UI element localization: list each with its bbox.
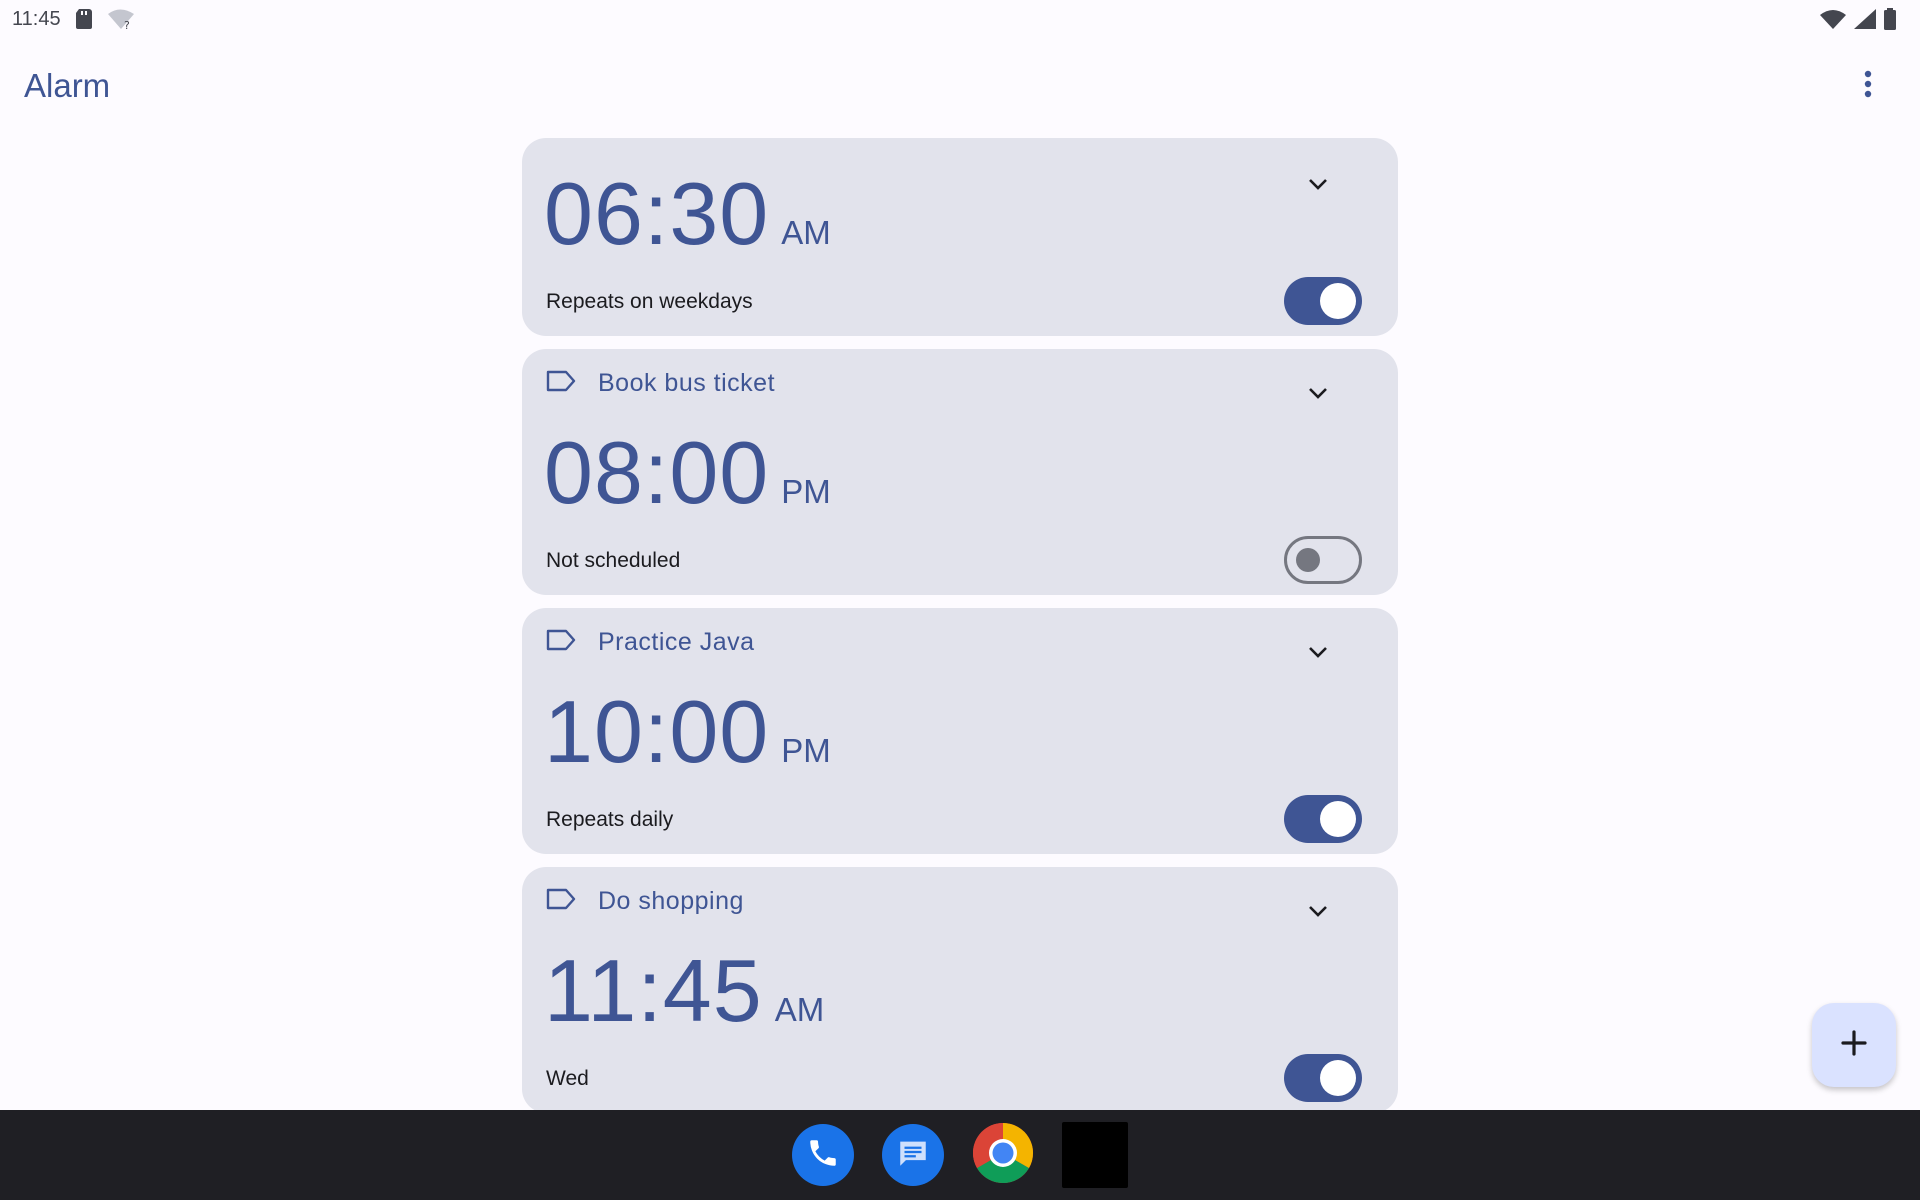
toggle-thumb [1320,1060,1356,1096]
phone-app[interactable] [792,1124,854,1186]
messages-icon [896,1136,930,1175]
alarm-label[interactable]: Book bus ticket [546,369,775,398]
page-title: Alarm [24,67,111,104]
time-value: 11:45 [544,941,763,1040]
sd-card-icon [75,8,93,30]
alarm-time[interactable]: 06:30 AM [544,170,831,258]
add-alarm-button[interactable] [1812,1003,1896,1087]
app-bar: Alarm [0,38,1920,134]
more-options-button[interactable] [1840,58,1896,114]
alarm-card[interactable]: 06:30 AM Repeats on weekdays [522,138,1398,336]
label-icon [546,888,576,915]
chevron-down-icon [1308,645,1328,663]
alarm-time[interactable]: 08:00 PM [544,429,831,517]
time-ampm: PM [781,473,831,510]
expand-button[interactable] [1298,166,1338,206]
alarm-toggle[interactable] [1284,536,1362,584]
alarm-list[interactable]: 06:30 AM Repeats on weekdays Book bus ti… [522,138,1398,1110]
expand-button[interactable] [1298,893,1338,933]
messages-app[interactable] [882,1124,944,1186]
add-icon [1840,1029,1868,1062]
schedule-text: Wed [546,1067,589,1090]
chevron-down-icon [1308,904,1328,922]
chrome-icon [972,1122,1034,1189]
alarm-toggle[interactable] [1284,277,1362,325]
chrome-app[interactable] [972,1122,1034,1189]
label-icon [546,629,576,656]
alarm-time[interactable]: 11:45 AM [544,947,824,1035]
label-icon [546,370,576,397]
taskbar [0,1110,1920,1200]
label-text: Practice Java [598,628,755,656]
battery-icon [1884,8,1896,30]
more-vert-icon [1864,70,1872,103]
time-ampm: PM [781,732,831,769]
alarm-card[interactable]: Practice Java 10:00 PM Repeats daily [522,608,1398,854]
alarm-card[interactable]: Book bus ticket 08:00 PM Not scheduled [522,349,1398,595]
chevron-down-icon [1308,177,1328,195]
alarm-toggle[interactable] [1284,1054,1362,1102]
wifi-question-icon: ? [107,8,135,30]
alarm-card[interactable]: Do shopping 11:45 AM Wed [522,867,1398,1110]
label-text: Book bus ticket [598,369,776,397]
phone-icon [806,1136,840,1175]
svg-text:?: ? [124,19,130,30]
toggle-thumb [1296,548,1320,572]
schedule-text: Repeats daily [546,808,674,831]
schedule-text: Repeats on weekdays [546,290,753,313]
time-ampm: AM [774,991,825,1028]
alarm-time[interactable]: 10:00 PM [544,688,831,776]
time-value: 08:00 [544,423,770,522]
expand-button[interactable] [1298,634,1338,674]
time-ampm: AM [781,214,831,251]
status-time: 11:45 [12,7,61,30]
wifi-icon [1820,9,1846,29]
label-text: Do shopping [598,887,744,915]
alarm-label[interactable]: Do shopping [546,887,744,916]
black-app-icon[interactable] [1062,1122,1128,1188]
alarm-toggle[interactable] [1284,795,1362,843]
status-bar: 11:45 ? [0,0,1920,38]
signal-icon [1854,9,1876,29]
toggle-thumb [1320,801,1356,837]
schedule-text: Not scheduled [546,549,681,572]
time-value: 06:30 [544,164,770,263]
alarm-label[interactable]: Practice Java [546,628,755,657]
time-value: 10:00 [544,682,770,781]
chevron-down-icon [1308,386,1328,404]
toggle-thumb [1320,283,1356,319]
expand-button[interactable] [1298,375,1338,415]
